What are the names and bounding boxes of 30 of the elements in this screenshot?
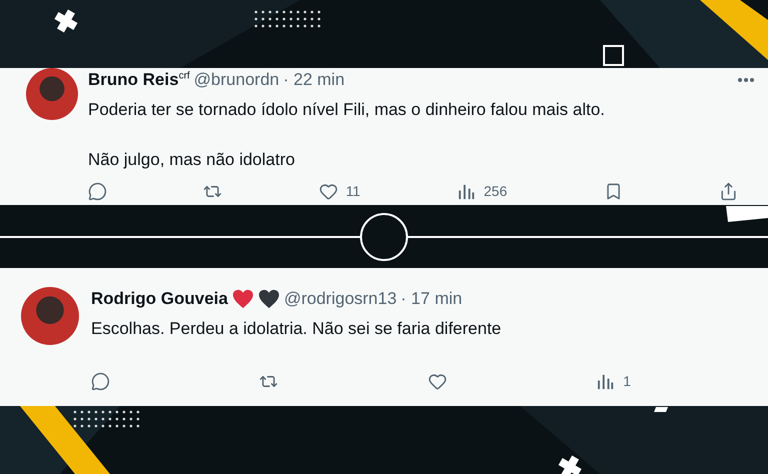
heart-icon [428, 372, 447, 390]
like-button[interactable] [428, 372, 447, 390]
dot-grid [254, 10, 320, 28]
stripe-shape [700, 0, 768, 60]
tweet-text: Não julgo, mas não idolatro [88, 149, 296, 171]
avatar [26, 68, 78, 120]
share-button[interactable] [718, 182, 738, 200]
square-outline [603, 45, 624, 66]
reply-button[interactable] [91, 372, 110, 390]
speech-bubble-icon [91, 372, 110, 390]
tweet-text: Escolhas. Perdeu a idolatria. Não sei se faria diferente [91, 318, 502, 340]
more-options-button[interactable] [738, 78, 754, 82]
user-name: Rodrigo Gouveia [91, 289, 228, 309]
plus-icon [54, 9, 78, 33]
views-button[interactable]: 256 [456, 182, 508, 200]
user-handle: @rodrigosrn13 [284, 289, 397, 309]
user-name: Bruno Reis$^{crf}$ [88, 70, 190, 90]
views-button[interactable]: 1 [596, 372, 631, 390]
speech-bubble-icon [88, 182, 107, 200]
post-time: · 22 min [283, 70, 345, 90]
heart-icon [318, 182, 338, 200]
user-handle: @brunordn [194, 70, 280, 90]
tweet-text: Poderia ter se tornado ídolo nível Fili, mas o dinheiro falou mais alto. [88, 99, 606, 121]
reply-button[interactable] [88, 182, 107, 200]
more-dots-icon [738, 78, 754, 82]
post-time: · 17 min [400, 289, 462, 309]
like-button[interactable]: 11 [318, 182, 360, 200]
dot-grid [74, 410, 140, 428]
plus-icon [558, 455, 582, 474]
share-icon [718, 182, 738, 200]
